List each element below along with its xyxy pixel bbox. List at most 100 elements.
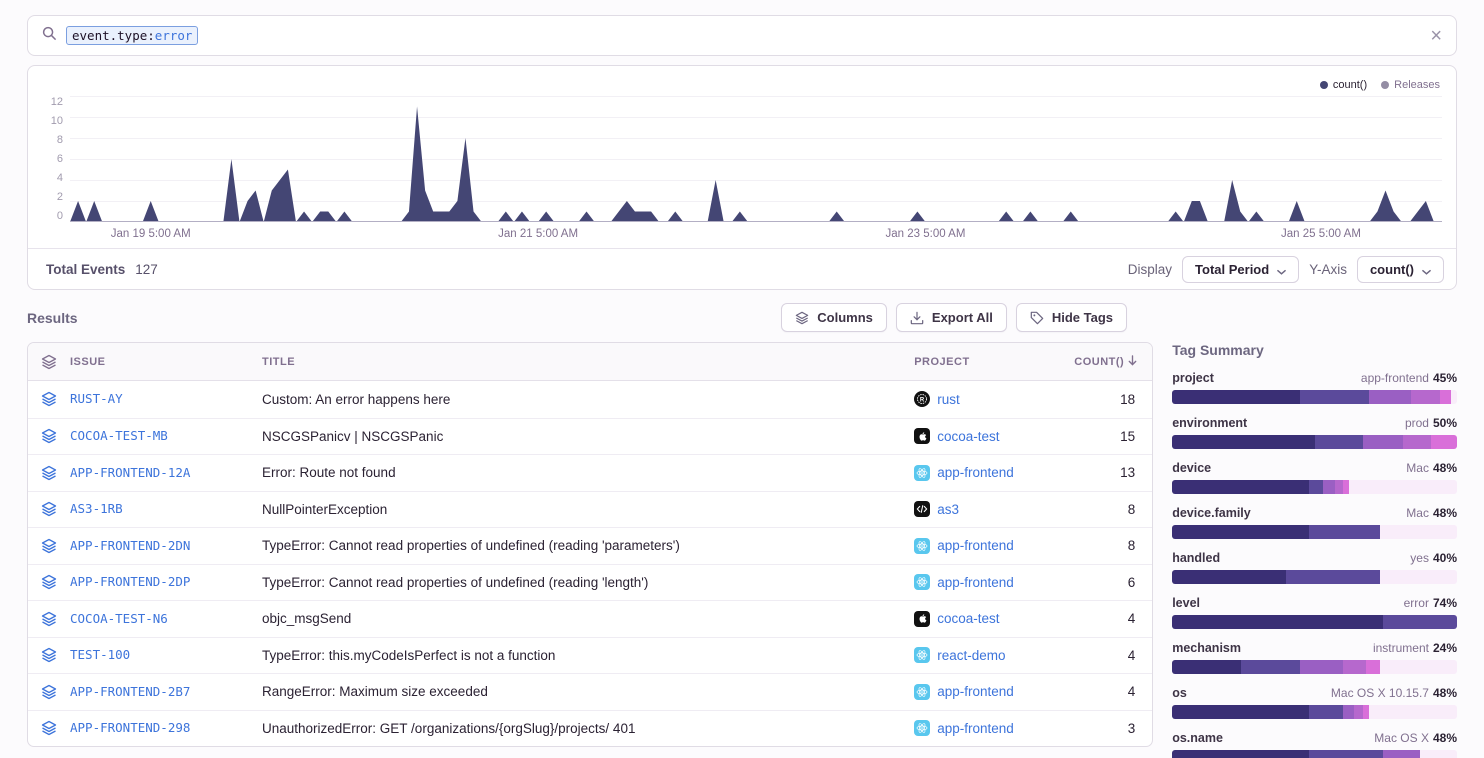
project-link[interactable]: app-frontend — [914, 538, 1074, 554]
issue-link[interactable]: TEST-100 — [70, 647, 130, 662]
project-link[interactable]: cocoa-test — [914, 428, 1074, 444]
issue-link[interactable]: APP-FRONTEND-2DN — [70, 538, 190, 553]
table-row: APP-FRONTEND-2DNTypeError: Cannot read p… — [28, 527, 1152, 564]
tag-top-percentage: 48% — [1433, 686, 1457, 700]
column-header-title[interactable]: TITLE — [262, 356, 914, 368]
tag-bar-segment[interactable] — [1315, 435, 1363, 449]
tag-bar-segment[interactable] — [1172, 570, 1286, 584]
export-all-button[interactable]: Export All — [896, 303, 1007, 332]
y-tick-label: 8 — [57, 134, 63, 146]
table-row: APP-FRONTEND-12AError: Route not foundap… — [28, 454, 1152, 491]
tag-bar-segment[interactable] — [1172, 435, 1314, 449]
event-count: 4 — [1074, 684, 1152, 699]
results-title: Results — [27, 310, 78, 326]
tag-bar-segment[interactable] — [1323, 480, 1334, 494]
clear-search-icon[interactable]: × — [1430, 26, 1442, 46]
project-link[interactable]: app-frontend — [914, 684, 1074, 700]
project-link[interactable]: as3 — [914, 501, 1074, 517]
tag-bar-segment[interactable] — [1343, 705, 1354, 719]
tag-bar-segment[interactable] — [1354, 705, 1363, 719]
search-query-token[interactable]: event.type:error — [66, 26, 198, 45]
tag-bar-segment[interactable] — [1172, 525, 1309, 539]
issue-link[interactable]: APP-FRONTEND-298 — [70, 720, 190, 735]
tag-bar-segment[interactable] — [1309, 705, 1343, 719]
tag-bar-segment[interactable] — [1309, 480, 1323, 494]
yaxis-dropdown[interactable]: count() — [1357, 256, 1444, 283]
tag-name: project — [1172, 371, 1214, 385]
tag-bar-segment[interactable] — [1309, 750, 1383, 758]
tag-bar-segment[interactable] — [1172, 480, 1309, 494]
issue-layers-icon — [28, 465, 70, 481]
total-events-label: Total Events — [46, 262, 125, 277]
event-count: 8 — [1074, 538, 1152, 553]
project-link[interactable]: Rrust — [914, 391, 1074, 407]
issue-link[interactable]: APP-FRONTEND-2B7 — [70, 684, 190, 699]
project-link[interactable]: app-frontend — [914, 465, 1074, 481]
tag-bar-segment[interactable] — [1383, 615, 1457, 629]
issues-stack-icon — [28, 354, 70, 370]
tag-bar-segment[interactable] — [1309, 525, 1380, 539]
tag-bar-segment[interactable] — [1300, 660, 1343, 674]
legend-item[interactable]: count() — [1320, 76, 1367, 94]
tag-bar-segment[interactable] — [1366, 660, 1380, 674]
table-row: APP-FRONTEND-2DPTypeError: Cannot read p… — [28, 564, 1152, 601]
tag-summary-item: osMac OS X 10.15.748% — [1172, 686, 1457, 719]
issue-link[interactable]: COCOA-TEST-MB — [70, 428, 168, 443]
tag-top-percentage: 48% — [1433, 461, 1457, 475]
tag-bar-segment[interactable] — [1369, 390, 1412, 404]
table-row: RUST-AYCustom: An error happens hereRrus… — [28, 381, 1152, 418]
tag-distribution-bar — [1172, 750, 1457, 758]
issue-layers-icon — [28, 647, 70, 663]
tag-bar-segment[interactable] — [1172, 615, 1383, 629]
tag-bar-segment[interactable] — [1383, 750, 1420, 758]
tag-top-value: Mac — [1406, 461, 1429, 475]
hide-tags-button[interactable]: Hide Tags — [1016, 303, 1127, 332]
tag-bar-segment[interactable] — [1411, 390, 1439, 404]
tag-bar-segment[interactable] — [1172, 390, 1300, 404]
issue-layers-icon — [28, 574, 70, 590]
tag-bar-segment[interactable] — [1403, 435, 1431, 449]
project-link[interactable]: app-frontend — [914, 574, 1074, 590]
column-header-issue[interactable]: ISSUE — [70, 356, 262, 368]
display-dropdown[interactable]: Total Period — [1182, 256, 1299, 283]
y-tick-label: 12 — [51, 96, 63, 108]
tag-bar-segment[interactable] — [1343, 660, 1366, 674]
column-header-count[interactable]: COUNT() — [1074, 355, 1152, 369]
issue-link[interactable]: APP-FRONTEND-12A — [70, 465, 190, 480]
results-header: Results Columns Export All Hide Tags — [27, 303, 1457, 332]
react-platform-icon — [914, 574, 930, 590]
x-tick-label: Jan 23 5:00 AM — [886, 228, 966, 240]
issue-link[interactable]: RUST-AY — [70, 391, 123, 406]
issue-link[interactable]: AS3-1RB — [70, 501, 123, 516]
results-actions: Columns Export All Hide Tags — [781, 303, 1127, 332]
project-link[interactable]: cocoa-test — [914, 611, 1074, 627]
chevron-down-icon — [1422, 265, 1431, 274]
tag-bar-segment[interactable] — [1363, 435, 1403, 449]
events-area-chart[interactable] — [70, 96, 1442, 222]
column-header-project[interactable]: PROJECT — [914, 356, 1074, 368]
tag-distribution-bar — [1172, 570, 1457, 584]
issue-link[interactable]: APP-FRONTEND-2DP — [70, 574, 190, 589]
legend-item[interactable]: Releases — [1381, 76, 1440, 94]
tag-bar-segment[interactable] — [1172, 750, 1309, 758]
tag-bar-segment[interactable] — [1286, 570, 1380, 584]
sort-desc-arrow-icon — [1127, 355, 1138, 369]
tag-distribution-bar — [1172, 660, 1457, 674]
tag-bar-segment[interactable] — [1241, 660, 1301, 674]
table-row: APP-FRONTEND-2B7RangeError: Maximum size… — [28, 673, 1152, 710]
tag-bar-segment[interactable] — [1431, 435, 1457, 449]
project-link[interactable]: app-frontend — [914, 720, 1074, 736]
tag-top-value: yes — [1410, 551, 1429, 565]
issue-link[interactable]: COCOA-TEST-N6 — [70, 611, 168, 626]
tag-bar-segment[interactable] — [1172, 705, 1309, 719]
tag-bar-segment[interactable] — [1440, 390, 1451, 404]
columns-button[interactable]: Columns — [781, 303, 887, 332]
svg-text:R: R — [920, 398, 925, 404]
tag-bar-segment[interactable] — [1300, 390, 1368, 404]
yaxis-dropdown-value: count() — [1370, 262, 1414, 277]
tag-bar-segment[interactable] — [1335, 480, 1344, 494]
tag-bar-segment[interactable] — [1172, 660, 1240, 674]
event-count: 13 — [1074, 465, 1152, 480]
search-bar[interactable]: event.type:error × — [27, 15, 1457, 56]
project-link[interactable]: react-demo — [914, 647, 1074, 663]
